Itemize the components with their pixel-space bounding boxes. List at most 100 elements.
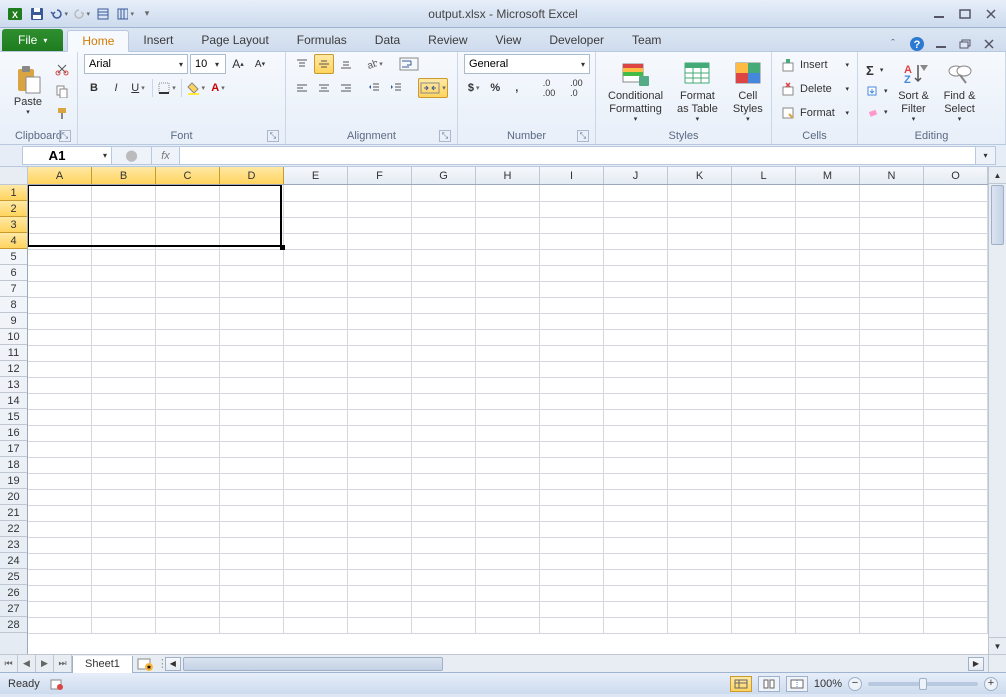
cell[interactable] (923, 521, 987, 537)
cell[interactable] (220, 473, 284, 489)
row-header[interactable]: 4 (0, 233, 27, 249)
cell[interactable] (28, 585, 92, 601)
cell[interactable] (668, 361, 732, 377)
insert-cells-button[interactable]: Insert▾ (778, 54, 851, 76)
cell[interactable] (412, 345, 476, 361)
cell[interactable] (923, 313, 987, 329)
cell[interactable] (348, 441, 412, 457)
cell[interactable] (668, 297, 732, 313)
cell[interactable] (668, 281, 732, 297)
first-sheet-button[interactable]: ⏮ (0, 655, 18, 672)
cell[interactable] (220, 489, 284, 505)
cell[interactable] (284, 457, 348, 473)
cell[interactable] (604, 201, 668, 217)
column-header[interactable]: O (924, 167, 988, 184)
cell[interactable] (476, 201, 540, 217)
cell[interactable] (604, 265, 668, 281)
cell[interactable] (348, 361, 412, 377)
cell[interactable] (668, 249, 732, 265)
undo-button[interactable] (50, 5, 68, 23)
cell[interactable] (476, 441, 540, 457)
cell[interactable] (156, 201, 220, 217)
last-sheet-button[interactable]: ⏭ (54, 655, 72, 672)
cell[interactable] (476, 313, 540, 329)
scroll-left-button[interactable]: ◀ (165, 657, 181, 671)
cell[interactable] (859, 345, 923, 361)
cell[interactable] (412, 313, 476, 329)
cell[interactable] (92, 473, 156, 489)
cell[interactable] (412, 393, 476, 409)
cell[interactable] (220, 617, 284, 633)
cell[interactable] (220, 377, 284, 393)
cell[interactable] (859, 601, 923, 617)
cell[interactable] (923, 217, 987, 233)
cell[interactable] (731, 185, 795, 201)
cell[interactable] (220, 521, 284, 537)
font-dialog-icon[interactable]: ⤡ (267, 130, 279, 142)
row-header[interactable]: 28 (0, 617, 27, 633)
cell[interactable] (540, 489, 604, 505)
cell[interactable] (92, 553, 156, 569)
cell[interactable] (412, 409, 476, 425)
cell[interactable] (92, 489, 156, 505)
cell[interactable] (795, 537, 859, 553)
cell[interactable] (28, 361, 92, 377)
cell[interactable] (348, 457, 412, 473)
column-header[interactable]: G (412, 167, 476, 184)
cell[interactable] (923, 233, 987, 249)
column-header[interactable]: E (284, 167, 348, 184)
cell[interactable] (476, 233, 540, 249)
file-tab[interactable]: File▾ (2, 29, 63, 51)
cell[interactable] (284, 233, 348, 249)
cell[interactable] (731, 233, 795, 249)
cell[interactable] (28, 185, 92, 201)
cell[interactable] (284, 345, 348, 361)
cell[interactable] (156, 521, 220, 537)
page-break-view-button[interactable] (786, 676, 808, 692)
cell[interactable] (92, 425, 156, 441)
cell[interactable] (540, 185, 604, 201)
cell[interactable] (28, 617, 92, 633)
tab-data[interactable]: Data (361, 29, 414, 51)
cell[interactable] (92, 313, 156, 329)
cell[interactable] (476, 297, 540, 313)
cell[interactable] (284, 313, 348, 329)
cut-button[interactable] (52, 59, 72, 79)
cell[interactable] (859, 329, 923, 345)
cell[interactable] (412, 617, 476, 633)
cell[interactable] (28, 537, 92, 553)
cell[interactable] (859, 249, 923, 265)
close-button[interactable] (982, 7, 1000, 21)
cell[interactable] (220, 281, 284, 297)
cell[interactable] (92, 185, 156, 201)
tab-team[interactable]: Team (618, 29, 675, 51)
cell[interactable] (412, 569, 476, 585)
cell[interactable] (220, 585, 284, 601)
sheet-tab[interactable]: Sheet1 (72, 656, 133, 673)
cell[interactable] (284, 441, 348, 457)
column-header[interactable]: D (220, 167, 284, 184)
cell[interactable] (859, 553, 923, 569)
formula-expand-button[interactable]: ▾ (976, 146, 996, 165)
cell[interactable] (28, 281, 92, 297)
cell[interactable] (795, 425, 859, 441)
tab-page-layout[interactable]: Page Layout (187, 29, 282, 51)
cell[interactable] (156, 313, 220, 329)
cell[interactable] (795, 457, 859, 473)
cell[interactable] (923, 185, 987, 201)
cell[interactable] (731, 377, 795, 393)
next-sheet-button[interactable]: ▶ (36, 655, 54, 672)
cell[interactable] (859, 569, 923, 585)
cell[interactable] (795, 185, 859, 201)
cell[interactable] (476, 345, 540, 361)
maximize-button[interactable] (956, 7, 974, 21)
column-header[interactable]: M (796, 167, 860, 184)
orientation-button[interactable]: ab (364, 54, 384, 74)
cell[interactable] (220, 441, 284, 457)
cell[interactable] (284, 617, 348, 633)
cell[interactable] (668, 569, 732, 585)
cell[interactable] (668, 473, 732, 489)
cell[interactable] (156, 489, 220, 505)
cell[interactable] (28, 313, 92, 329)
cell[interactable] (476, 617, 540, 633)
